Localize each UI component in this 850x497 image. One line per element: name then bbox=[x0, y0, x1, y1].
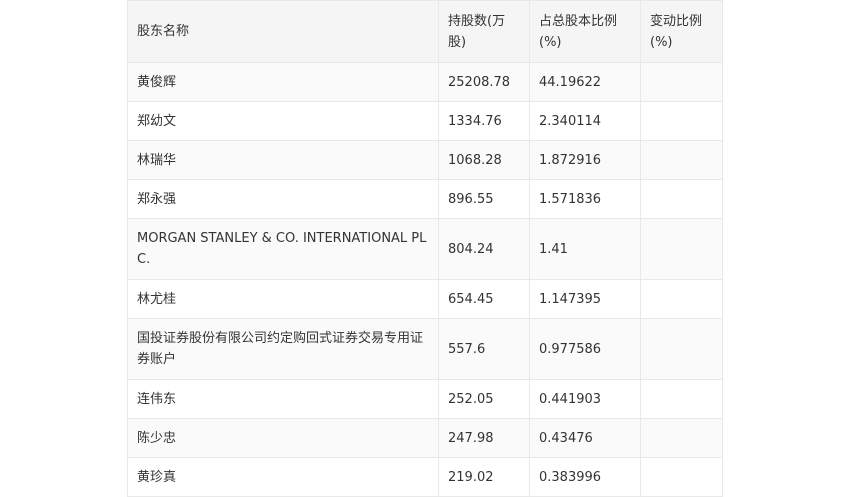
cell-change-ratio bbox=[640, 179, 723, 219]
cell-shareholder-name: 林瑞华 bbox=[127, 140, 439, 180]
cell-shareholder-name: MORGAN STANLEY & CO. INTERNATIONAL PLC. bbox=[127, 218, 439, 280]
table-row: 黄俊辉 25208.78 44.19622 bbox=[127, 62, 723, 102]
cell-shares-held: 25208.78 bbox=[438, 62, 530, 102]
cell-shares-held: 219.02 bbox=[438, 457, 530, 497]
cell-share-ratio: 44.19622 bbox=[529, 62, 641, 102]
header-change-ratio: 变动比例(%) bbox=[640, 0, 723, 63]
cell-shares-held: 804.24 bbox=[438, 218, 530, 280]
table-row: 郑幼文 1334.76 2.340114 bbox=[127, 101, 723, 141]
table-row: 林瑞华 1068.28 1.872916 bbox=[127, 140, 723, 180]
table-row: 黄珍真 219.02 0.383996 bbox=[127, 457, 723, 497]
cell-shareholder-name: 郑幼文 bbox=[127, 101, 439, 141]
table-body: 黄俊辉 25208.78 44.19622 郑幼文 1334.76 2.3401… bbox=[127, 62, 723, 497]
cell-shares-held: 252.05 bbox=[438, 379, 530, 419]
header-shares-held: 持股数(万股) bbox=[438, 0, 530, 63]
cell-shares-held: 557.6 bbox=[438, 318, 530, 380]
cell-change-ratio bbox=[640, 379, 723, 419]
cell-share-ratio: 0.383996 bbox=[529, 457, 641, 497]
table-header: 股东名称 持股数(万股) 占总股本比例(%) 变动比例(%) bbox=[127, 0, 723, 63]
cell-shareholder-name: 连伟东 bbox=[127, 379, 439, 419]
cell-share-ratio: 0.977586 bbox=[529, 318, 641, 380]
table-row: 郑永强 896.55 1.571836 bbox=[127, 179, 723, 219]
cell-shareholder-name: 郑永强 bbox=[127, 179, 439, 219]
header-share-ratio: 占总股本比例(%) bbox=[529, 0, 641, 63]
header-shareholder-name: 股东名称 bbox=[127, 0, 439, 63]
cell-change-ratio bbox=[640, 318, 723, 380]
cell-share-ratio: 1.571836 bbox=[529, 179, 641, 219]
cell-share-ratio: 2.340114 bbox=[529, 101, 641, 141]
cell-shareholder-name: 林尤桂 bbox=[127, 279, 439, 319]
table-row: 国投证券股份有限公司约定购回式证券交易专用证券账户 557.6 0.977586 bbox=[127, 318, 723, 380]
cell-share-ratio: 0.441903 bbox=[529, 379, 641, 419]
cell-shareholder-name: 黄珍真 bbox=[127, 457, 439, 497]
cell-shares-held: 1334.76 bbox=[438, 101, 530, 141]
cell-change-ratio bbox=[640, 101, 723, 141]
cell-shareholder-name: 国投证券股份有限公司约定购回式证券交易专用证券账户 bbox=[127, 318, 439, 380]
cell-shares-held: 896.55 bbox=[438, 179, 530, 219]
cell-shareholder-name: 陈少忠 bbox=[127, 418, 439, 458]
table-row: MORGAN STANLEY & CO. INTERNATIONAL PLC. … bbox=[127, 218, 723, 280]
cell-change-ratio bbox=[640, 140, 723, 180]
table-row: 连伟东 252.05 0.441903 bbox=[127, 379, 723, 419]
top-shareholders-table: 股东名称 持股数(万股) 占总股本比例(%) 变动比例(%) 黄俊辉 25208… bbox=[127, 0, 723, 497]
shareholder-table-container: 股东名称 持股数(万股) 占总股本比例(%) 变动比例(%) 黄俊辉 25208… bbox=[127, 0, 723, 497]
cell-share-ratio: 1.41 bbox=[529, 218, 641, 280]
cell-shares-held: 247.98 bbox=[438, 418, 530, 458]
cell-change-ratio bbox=[640, 279, 723, 319]
cell-share-ratio: 1.147395 bbox=[529, 279, 641, 319]
cell-share-ratio: 1.872916 bbox=[529, 140, 641, 180]
cell-shares-held: 1068.28 bbox=[438, 140, 530, 180]
cell-change-ratio bbox=[640, 457, 723, 497]
cell-change-ratio bbox=[640, 218, 723, 280]
cell-shares-held: 654.45 bbox=[438, 279, 530, 319]
table-row: 林尤桂 654.45 1.147395 bbox=[127, 279, 723, 319]
cell-share-ratio: 0.43476 bbox=[529, 418, 641, 458]
cell-change-ratio bbox=[640, 418, 723, 458]
table-row: 陈少忠 247.98 0.43476 bbox=[127, 418, 723, 458]
cell-change-ratio bbox=[640, 62, 723, 102]
cell-shareholder-name: 黄俊辉 bbox=[127, 62, 439, 102]
header-row: 股东名称 持股数(万股) 占总股本比例(%) 变动比例(%) bbox=[127, 0, 723, 63]
